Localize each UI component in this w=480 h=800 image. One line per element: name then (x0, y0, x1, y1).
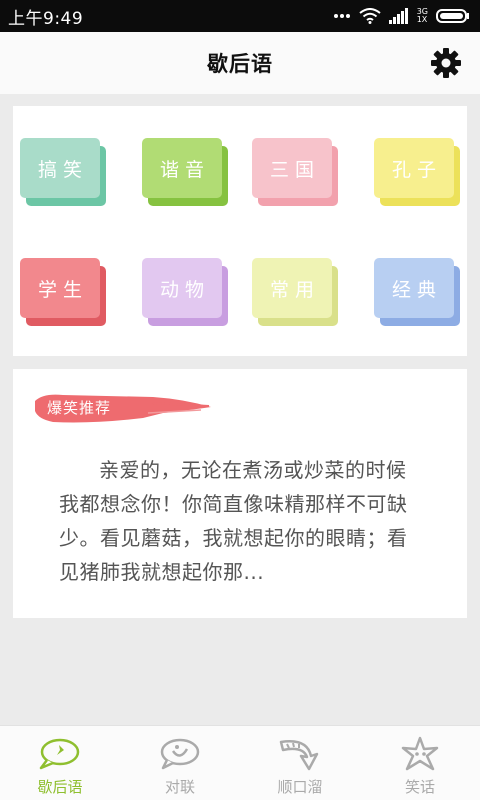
nav-label: 笑话 (404, 778, 435, 796)
arrow-icon (279, 740, 319, 771)
status-bar: 上午9:49 3G 1X (0, 0, 480, 32)
category-tile-changyong[interactable]: 常用 (252, 258, 344, 326)
category-tile-sanguo[interactable]: 三国 (252, 138, 344, 206)
bottom-nav: 歇后语 对联 顺口溜 笑话 (0, 725, 480, 800)
category-label: 动物 (159, 278, 210, 301)
recommend-card[interactable]: 爆笑推荐 亲爱的，无论在煮汤或炒菜的时候我都想念你！你简直像味精那样不可缺少。看… (13, 369, 467, 618)
category-label: 学生 (37, 278, 88, 301)
network-type: 3G 1X (417, 8, 428, 24)
category-label: 谐音 (159, 158, 210, 181)
category-label: 三国 (269, 158, 320, 181)
network-sub-label: 1X (416, 15, 428, 24)
category-tile-dongwu[interactable]: 动物 (142, 258, 234, 326)
tile-face: 搞笑 (20, 138, 100, 198)
recommend-text: 亲爱的，无论在煮汤或炒菜的时候我都想念你！你简直像味精那样不可缺少。看见蘑菇，我… (59, 458, 408, 584)
category-label: 孔子 (391, 158, 442, 181)
nav-label: 歇后语 (37, 778, 83, 796)
category-grid: 搞笑 谐音 三国 孔子 学生 动物 常用 经典 (13, 106, 467, 356)
nav-label: 对联 (164, 778, 195, 796)
tile-face: 经典 (374, 258, 454, 318)
category-label: 经典 (391, 278, 442, 301)
speech-bubble-icon (39, 738, 80, 770)
app-header: 歇后语 (0, 32, 480, 94)
tile-face: 谐音 (142, 138, 222, 198)
recommend-badge: 爆笑推荐 (33, 391, 213, 425)
category-label: 搞笑 (37, 158, 88, 181)
category-tile-xieyin[interactable]: 谐音 (142, 138, 234, 206)
nav-label: 顺口溜 (277, 778, 323, 796)
more-dots-icon (333, 14, 350, 18)
category-tile-kongzi[interactable]: 孔子 (374, 138, 466, 206)
tile-face: 学生 (20, 258, 100, 318)
recommend-badge-label: 爆笑推荐 (47, 399, 112, 417)
nav-xiaohua[interactable]: 笑话 (360, 726, 480, 800)
gear-icon[interactable] (430, 47, 462, 79)
nav-duilian[interactable]: 对联 (120, 726, 240, 800)
signal-icon (388, 8, 408, 24)
status-time: 上午9:49 (8, 8, 84, 29)
category-tile-jingdian[interactable]: 经典 (374, 258, 466, 326)
heart-bubble-icon (160, 738, 200, 770)
wifi-icon (359, 8, 381, 24)
star-icon (401, 736, 439, 771)
tile-face: 常用 (252, 258, 332, 318)
nav-xiehouyu[interactable]: 歇后语 (0, 726, 120, 800)
battery-icon (436, 9, 469, 23)
category-tile-gaoxiao[interactable]: 搞笑 (20, 138, 112, 206)
status-icons: 3G 1X (333, 8, 470, 24)
nav-shunkouliu[interactable]: 顺口溜 (240, 726, 360, 800)
category-label: 常用 (269, 278, 320, 301)
tile-face: 动物 (142, 258, 222, 318)
page-title: 歇后语 (207, 52, 273, 76)
category-tile-xuesheng[interactable]: 学生 (20, 258, 112, 326)
tile-face: 孔子 (374, 138, 454, 198)
tile-face: 三国 (252, 138, 332, 198)
